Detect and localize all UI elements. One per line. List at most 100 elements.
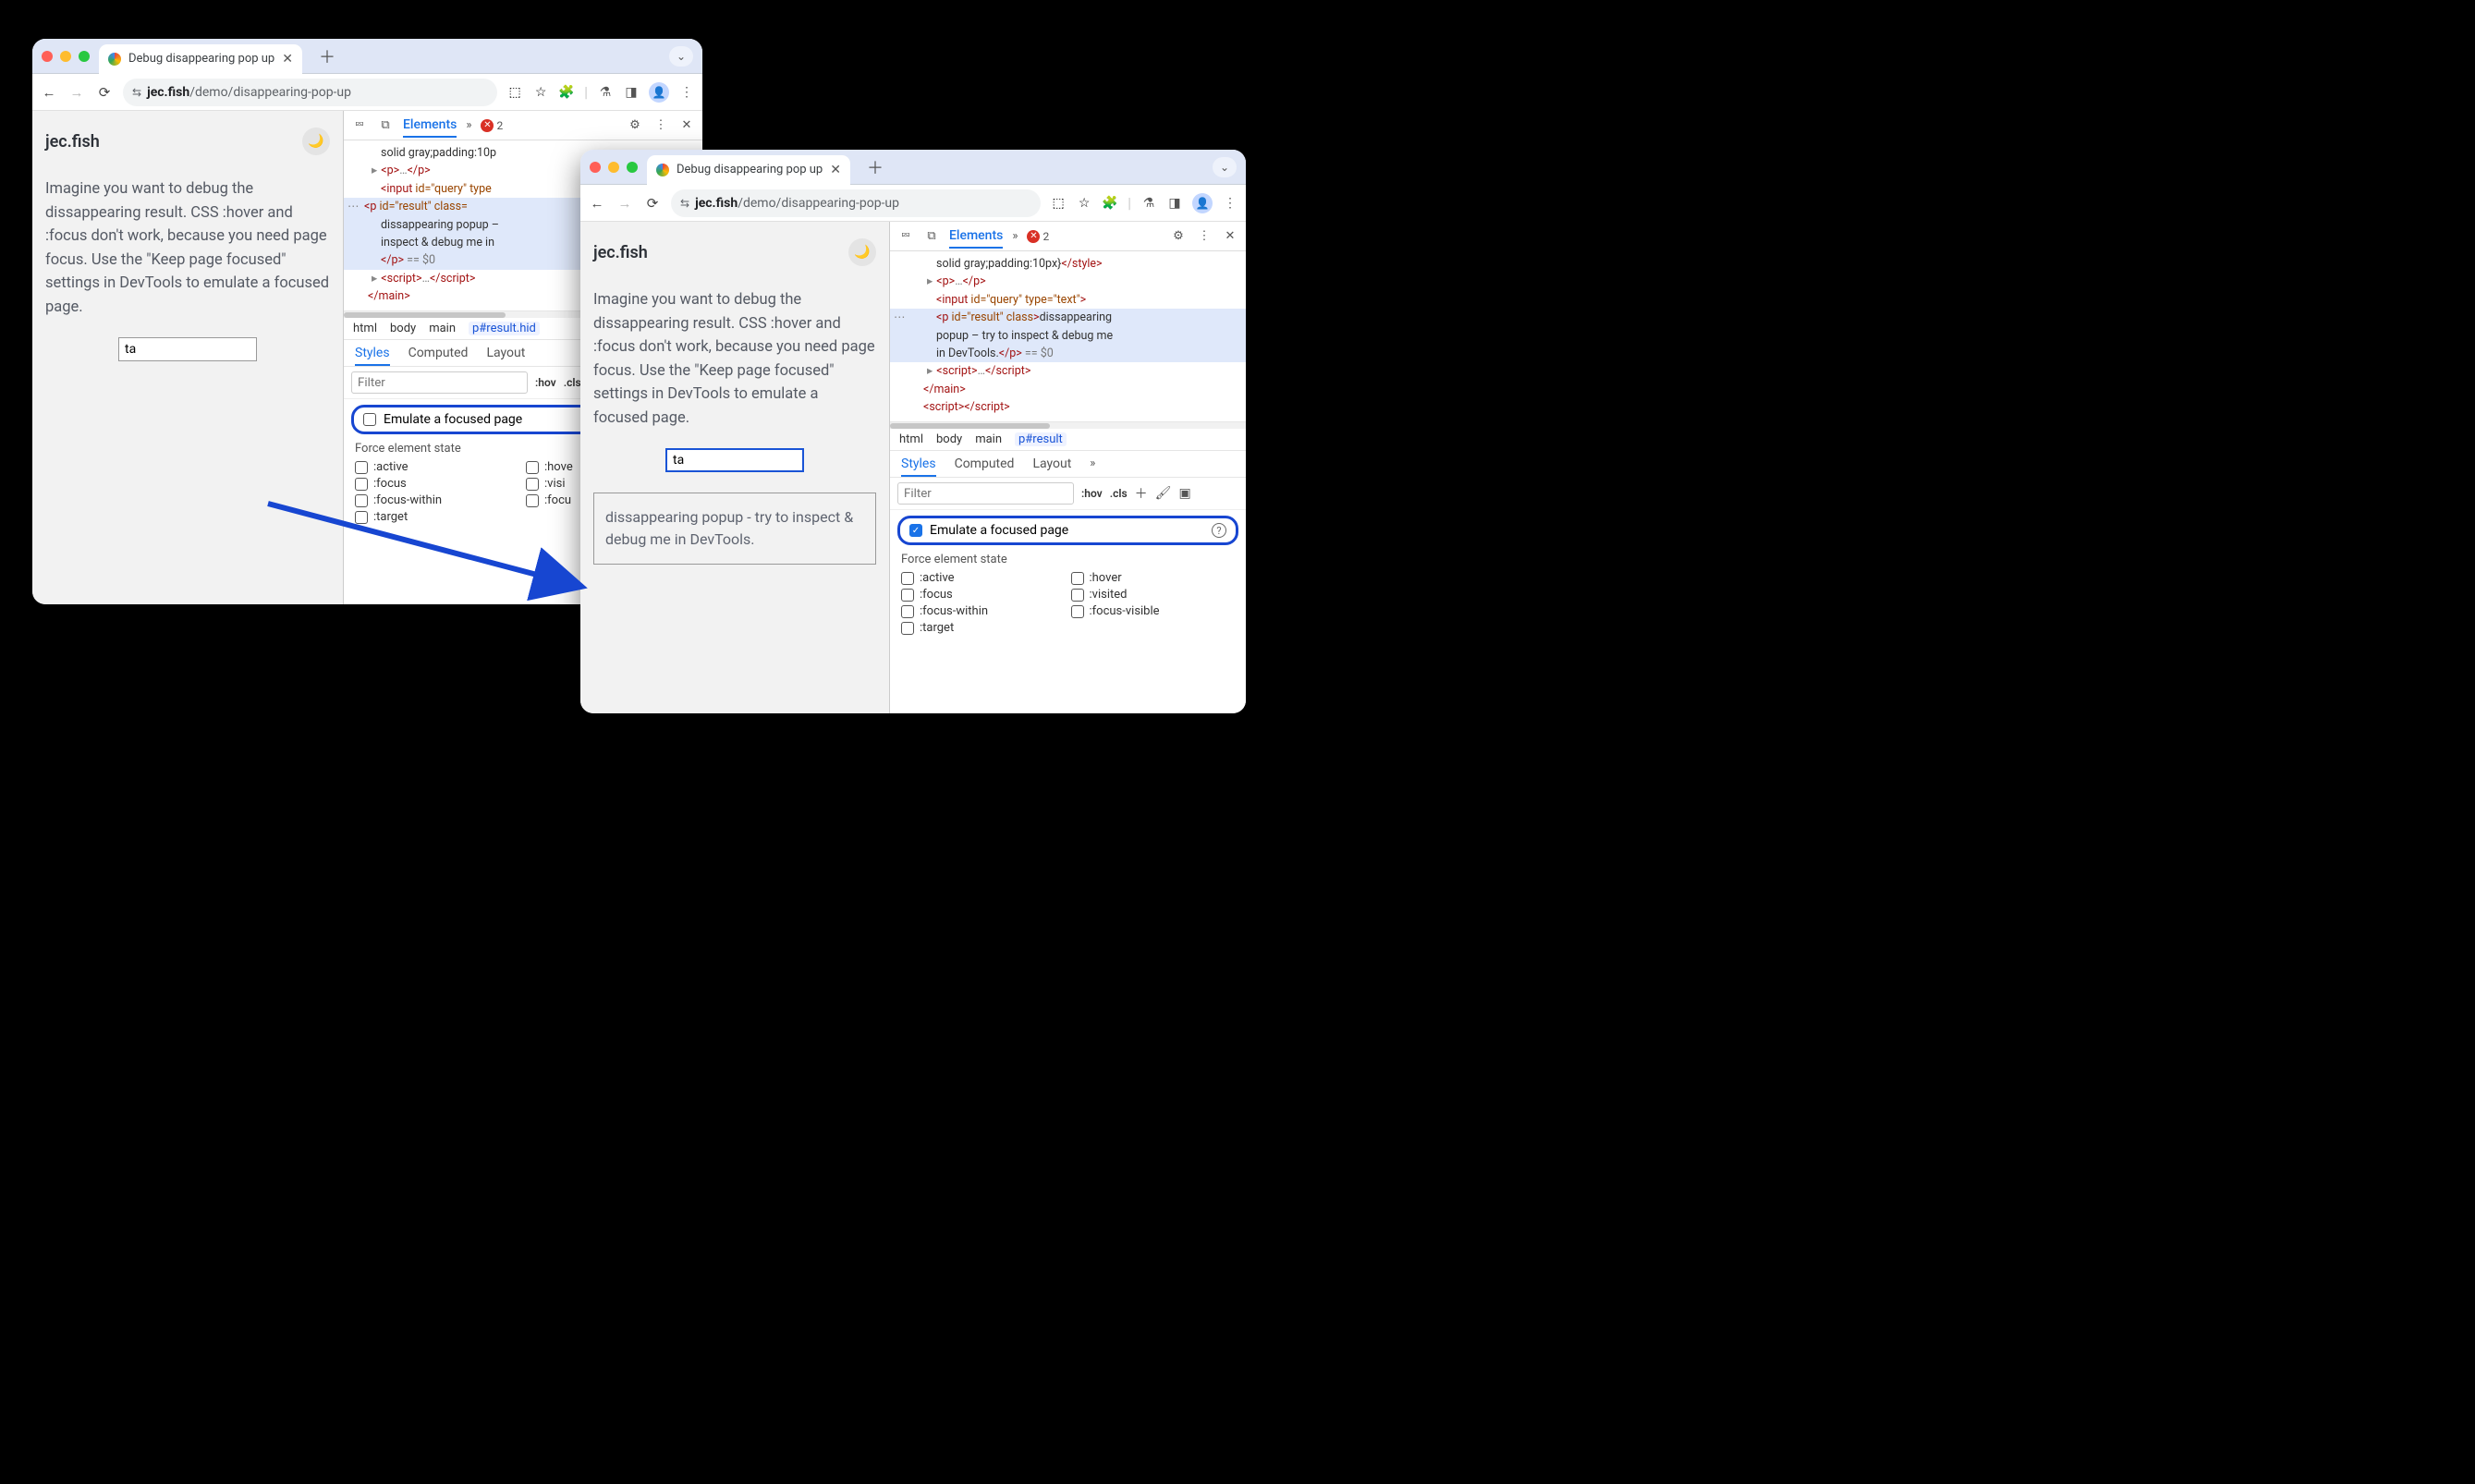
extensions-icon[interactable]: 🧩 [558, 85, 575, 100]
tab-computed[interactable]: Computed [408, 346, 469, 366]
state-focus-within[interactable]: :focus-within [901, 604, 1066, 618]
tab-layout[interactable]: Layout [486, 346, 525, 366]
settings-icon[interactable]: ⚙ [1170, 229, 1187, 243]
browser-tab[interactable]: Debug disappearing pop up ✕ [647, 155, 850, 185]
state-target[interactable]: :target [355, 510, 520, 524]
tab-layout[interactable]: Layout [1032, 456, 1071, 477]
more-tabs-icon[interactable]: » [1012, 229, 1018, 243]
close-window-icon[interactable] [42, 51, 53, 62]
toggle-sidebar-icon[interactable]: ▣ [1178, 486, 1190, 501]
tab-elements[interactable]: Elements [949, 225, 1003, 249]
device-toggle-icon[interactable]: ⧉ [377, 118, 394, 132]
horizontal-scrollbar[interactable] [890, 421, 1246, 429]
state-focus-within[interactable]: :focus-within [355, 493, 520, 507]
inspect-icon[interactable]: ⮹ [897, 229, 914, 243]
install-app-icon[interactable]: ⬚ [506, 85, 523, 100]
cls-toggle[interactable]: .cls [1110, 487, 1128, 500]
settings-icon[interactable]: ⚙ [627, 118, 643, 132]
devtools-menu-icon[interactable]: ⋮ [1196, 229, 1213, 243]
address-bar[interactable]: ⇆ jec.fish/demo/disappearing-pop-up [123, 79, 497, 106]
tab-styles[interactable]: Styles [355, 346, 390, 366]
browser-tab[interactable]: Debug disappearing pop up ✕ [99, 44, 302, 74]
sidepanel-icon[interactable]: ◨ [1166, 196, 1183, 211]
profile-avatar[interactable]: 👤 [1192, 193, 1213, 213]
inspect-icon[interactable]: ⮹ [351, 118, 368, 132]
sidepanel-icon[interactable]: ◨ [623, 85, 640, 100]
back-button[interactable]: ← [588, 194, 606, 213]
browser-menu-icon[interactable]: ⋮ [1222, 196, 1238, 211]
new-style-rule-icon[interactable]: ＋ [1135, 484, 1148, 503]
forward-button[interactable]: → [67, 83, 86, 102]
help-icon[interactable]: ? [1212, 523, 1226, 538]
new-tab-button[interactable]: ＋ [319, 44, 335, 68]
ellipsis-icon[interactable]: ⋯ [347, 198, 360, 215]
styles-filter-input[interactable] [351, 371, 528, 394]
state-target[interactable]: :target [901, 621, 1066, 635]
tab-close-icon[interactable]: ✕ [282, 52, 293, 67]
result-popup: dissappearing popup - try to inspect & d… [593, 493, 876, 565]
close-window-icon[interactable] [590, 162, 601, 173]
more-tabs-icon[interactable]: » [1090, 456, 1095, 477]
reload-button[interactable]: ⟳ [643, 194, 662, 213]
browser-menu-icon[interactable]: ⋮ [678, 85, 695, 100]
site-settings-icon[interactable]: ⇆ [680, 197, 689, 210]
state-active[interactable]: :active [901, 571, 1066, 585]
install-app-icon[interactable]: ⬚ [1050, 196, 1067, 211]
labs-icon[interactable]: ⚗ [597, 85, 614, 100]
emulate-focused-page-row[interactable]: ✓ Emulate a focused page ? [897, 516, 1238, 545]
cls-toggle[interactable]: .cls [564, 376, 581, 389]
emulate-checkbox[interactable]: ✓ [909, 524, 922, 537]
more-tabs-icon[interactable]: » [466, 118, 471, 132]
state-active[interactable]: :active [355, 460, 520, 474]
site-settings-icon[interactable]: ⇆ [132, 86, 141, 99]
tabs-dropdown-icon[interactable]: ⌄ [1213, 157, 1237, 177]
devtools-menu-icon[interactable]: ⋮ [652, 118, 669, 132]
address-bar[interactable]: ⇆ jec.fish/demo/disappearing-pop-up [671, 189, 1041, 217]
query-input[interactable] [118, 337, 257, 361]
hov-toggle[interactable]: :hov [535, 376, 556, 389]
ellipsis-icon[interactable]: ⋯ [894, 309, 906, 326]
computed-styles-icon[interactable]: 🖌 [1155, 486, 1172, 501]
labs-icon[interactable]: ⚗ [1140, 196, 1157, 211]
state-focus-visible[interactable]: :focus-visible [1071, 604, 1236, 618]
state-focus[interactable]: :focus [901, 588, 1066, 602]
styles-filter-input[interactable] [897, 482, 1074, 505]
force-state-grid: :active :hover :focus :visited :focus-wi… [890, 568, 1246, 642]
device-toggle-icon[interactable]: ⧉ [923, 229, 940, 243]
error-badge[interactable]: ✕2 [1027, 230, 1049, 243]
hov-toggle[interactable]: :hov [1081, 487, 1103, 500]
breadcrumb[interactable]: html body main p#result [890, 429, 1246, 451]
state-visited[interactable]: :visited [1071, 588, 1236, 602]
theme-toggle-icon[interactable]: 🌙 [848, 238, 876, 266]
profile-avatar[interactable]: 👤 [649, 82, 669, 103]
minimize-window-icon[interactable] [60, 51, 71, 62]
state-focus[interactable]: :focus [355, 477, 520, 491]
maximize-window-icon[interactable] [627, 162, 638, 173]
minimize-window-icon[interactable] [608, 162, 619, 173]
bookmark-icon[interactable]: ☆ [532, 85, 549, 100]
new-tab-button[interactable]: ＋ [867, 155, 884, 179]
emulate-checkbox[interactable] [363, 413, 376, 426]
maximize-window-icon[interactable] [79, 51, 90, 62]
extensions-icon[interactable]: 🧩 [1102, 196, 1118, 211]
breadcrumb-current[interactable]: p#result.hid [469, 322, 540, 335]
state-hover[interactable]: :hover [1071, 571, 1236, 585]
error-badge[interactable]: ✕2 [481, 119, 503, 132]
forward-button[interactable]: → [616, 194, 634, 213]
tab-computed[interactable]: Computed [955, 456, 1015, 477]
favicon-icon [108, 53, 121, 66]
query-input[interactable] [665, 448, 804, 472]
url-path: /demo/disappearing-pop-up [738, 196, 899, 211]
tab-elements[interactable]: Elements [403, 114, 457, 138]
bookmark-icon[interactable]: ☆ [1076, 196, 1092, 211]
tab-close-icon[interactable]: ✕ [830, 163, 841, 177]
back-button[interactable]: ← [40, 83, 58, 102]
tab-styles[interactable]: Styles [901, 456, 936, 477]
theme-toggle-icon[interactable]: 🌙 [302, 128, 330, 155]
dom-tree[interactable]: solid gray;padding:10px}</style> <p>…</p… [890, 251, 1246, 421]
breadcrumb-current[interactable]: p#result [1015, 432, 1067, 446]
tabs-dropdown-icon[interactable]: ⌄ [669, 46, 693, 67]
devtools-close-icon[interactable]: ✕ [678, 118, 695, 132]
devtools-close-icon[interactable]: ✕ [1222, 229, 1238, 243]
reload-button[interactable]: ⟳ [95, 83, 114, 102]
